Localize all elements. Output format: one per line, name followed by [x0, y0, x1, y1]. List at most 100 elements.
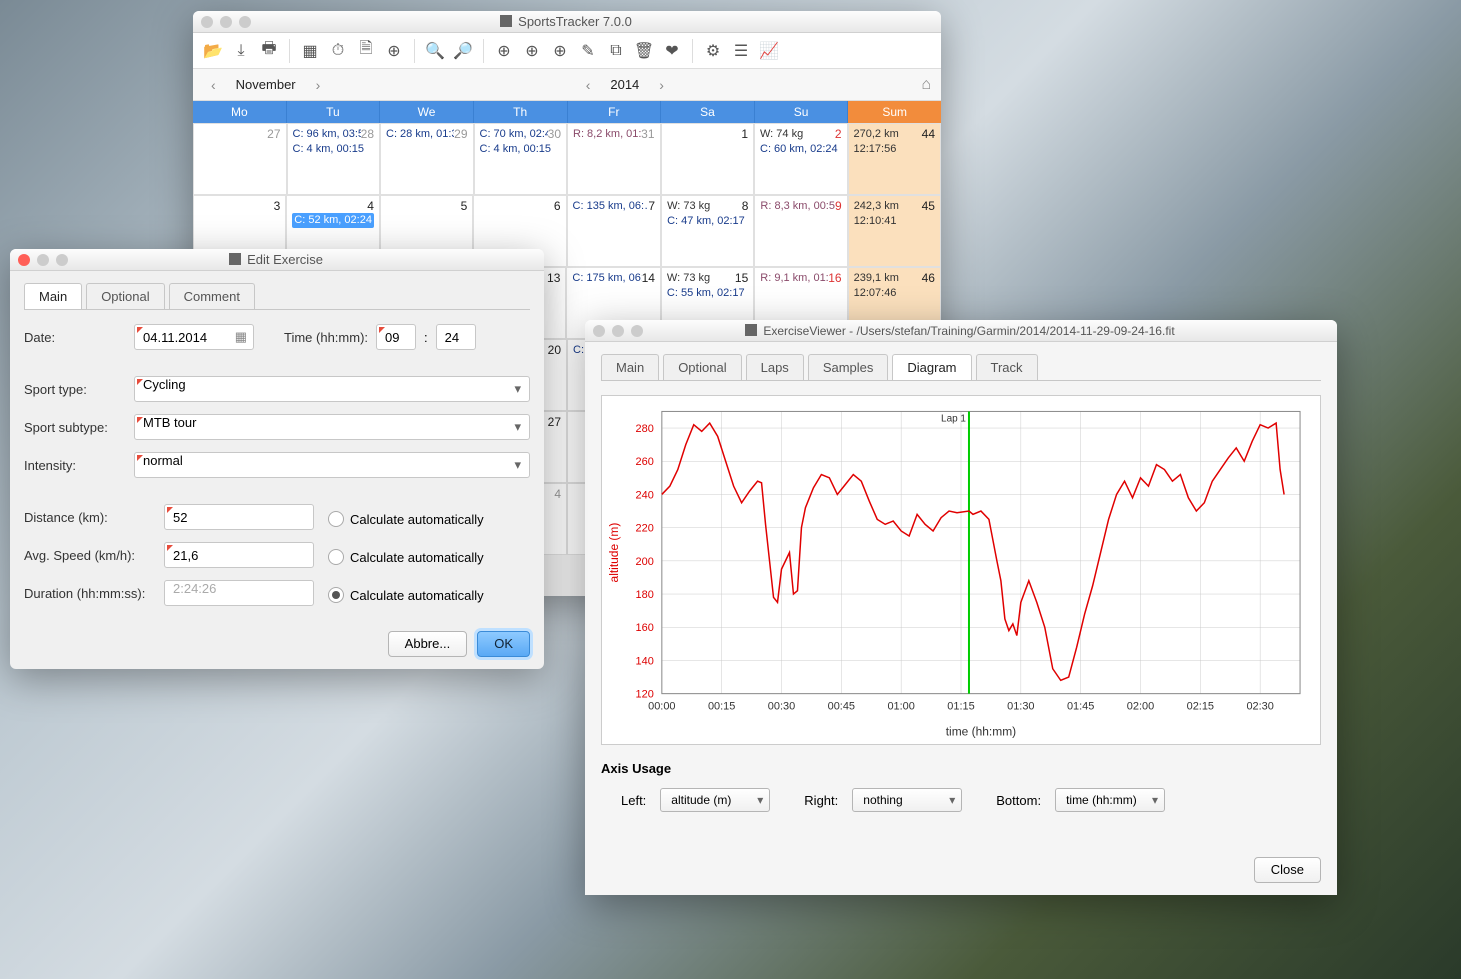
- viewer-window: ExerciseViewer - /Users/stefan/Training/…: [585, 320, 1337, 895]
- print-icon[interactable]: 🖶: [257, 39, 281, 63]
- time-mm-field[interactable]: [436, 324, 476, 350]
- calendar-entry[interactable]: C: 175 km, 06:…: [572, 271, 641, 286]
- edit-icon[interactable]: ✎: [576, 39, 600, 63]
- calendar-cell[interactable]: 9R: 8,3 km, 00:59: [754, 195, 847, 267]
- stats-icon[interactable]: 📈: [757, 39, 781, 63]
- today-icon[interactable]: ⌂: [921, 76, 931, 94]
- calendar-entry[interactable]: W: 73 kg: [667, 199, 742, 214]
- calendar-entry[interactable]: C: 4 km, 00:15: [480, 142, 562, 157]
- calendar-view-icon[interactable]: ▦: [298, 39, 322, 63]
- calendar-cell[interactable]: 27: [193, 123, 287, 195]
- calendar-cell[interactable]: 8W: 73 kgC: 47 km, 02:17: [661, 195, 754, 267]
- ok-button[interactable]: OK: [477, 631, 530, 657]
- copy-icon[interactable]: ⧉: [604, 39, 628, 63]
- calendar-entry[interactable]: W: 73 kg: [667, 271, 735, 286]
- calendar-entry[interactable]: C: 55 km, 02:17: [667, 286, 748, 301]
- svg-text:00:00: 00:00: [648, 701, 675, 713]
- prev-month-icon[interactable]: ‹: [203, 77, 224, 93]
- calendar-entry[interactable]: R: 8,3 km, 00:59: [760, 199, 835, 214]
- calendar-cell[interactable]: 31R: 8,2 km, 01:04: [567, 123, 661, 195]
- add-note-icon[interactable]: ⊕: [520, 39, 544, 63]
- filter-icon[interactable]: ☰: [729, 39, 753, 63]
- calendar-entry[interactable]: 270,2 km: [854, 127, 922, 142]
- calendar-cell[interactable]: 7C: 135 km, 06:…: [567, 195, 662, 267]
- calendar-entry[interactable]: C: 70 km, 02:47: [480, 127, 548, 142]
- speed-field[interactable]: [164, 542, 314, 568]
- svg-text:260: 260: [636, 456, 654, 468]
- calendar-entry[interactable]: C: 96 km, 03:56: [293, 127, 361, 142]
- dist-auto-radio[interactable]: [328, 511, 344, 527]
- tab-optional[interactable]: Optional: [86, 283, 164, 309]
- next-year-icon[interactable]: ›: [651, 77, 672, 93]
- calendar-entry[interactable]: C: 28 km, 01:36: [386, 127, 454, 142]
- save-icon[interactable]: ⤓: [229, 39, 253, 63]
- tab-optional[interactable]: Optional: [663, 354, 741, 380]
- right-axis-dropdown[interactable]: nothing: [852, 788, 962, 812]
- calendar-entry[interactable]: C: 52 km, 02:24: [292, 213, 374, 228]
- left-axis-dropdown[interactable]: altitude (m): [660, 788, 770, 812]
- edit-titlebar[interactable]: Edit Exercise: [10, 249, 544, 271]
- calendar-entry[interactable]: 12:07:46: [854, 286, 935, 301]
- calendar-entry[interactable]: 239,1 km: [854, 271, 922, 286]
- calendar-cell[interactable]: 30C: 70 km, 02:47C: 4 km, 00:15: [474, 123, 568, 195]
- calendar-entry[interactable]: W: 74 kg: [760, 127, 835, 142]
- add-weight-icon[interactable]: ⊕: [548, 39, 572, 63]
- add-exercise-icon[interactable]: ⊕: [492, 39, 516, 63]
- viewer-titlebar[interactable]: ExerciseViewer - /Users/stefan/Training/…: [585, 320, 1337, 342]
- calendar-entry[interactable]: R: 8,2 km, 01:04: [573, 127, 641, 142]
- calendar-cell[interactable]: 44270,2 km12:17:56: [848, 123, 942, 195]
- tab-main[interactable]: Main: [24, 283, 82, 309]
- prev-year-icon[interactable]: ‹: [578, 77, 599, 93]
- main-toolbar: 📂 ⤓ 🖶 ▦ ⏱ 🗎 ⊕ 🔍 🔎 ⊕ ⊕ ⊕ ✎ ⧉ 🗑 ❤ ⚙ ☰ 📈: [193, 33, 941, 69]
- bottom-axis-dropdown[interactable]: time (hh:mm): [1055, 788, 1165, 812]
- duration-label: Duration (hh:mm:ss):: [24, 586, 164, 601]
- tab-samples[interactable]: Samples: [808, 354, 889, 380]
- calendar-entry[interactable]: C: 60 km, 02:24: [760, 142, 842, 157]
- settings-icon[interactable]: ⚙: [701, 39, 725, 63]
- edit-title: Edit Exercise: [8, 252, 544, 267]
- calendar-entry[interactable]: R: 9,1 km, 01:00: [760, 271, 828, 286]
- calendar-entry[interactable]: C: 135 km, 06:…: [573, 199, 649, 214]
- calendar-cell[interactable]: 28C: 96 km, 03:56C: 4 km, 00:15: [287, 123, 381, 195]
- svg-text:140: 140: [636, 655, 654, 667]
- calendar-entry[interactable]: C: 4 km, 00:15: [293, 142, 375, 157]
- subtype-dropdown[interactable]: MTB tour: [134, 414, 530, 440]
- tab-diagram[interactable]: Diagram: [892, 354, 971, 380]
- intensity-dropdown[interactable]: normal: [134, 452, 530, 478]
- sport-dropdown[interactable]: Cycling: [134, 376, 530, 402]
- open-icon[interactable]: 📂: [201, 39, 225, 63]
- calendar-cell[interactable]: 2W: 74 kgC: 60 km, 02:24: [754, 123, 848, 195]
- dist-auto-label: Calculate automatically: [350, 512, 484, 527]
- abort-button[interactable]: Abbre...: [388, 631, 468, 657]
- zoom-out-icon[interactable]: 🔎: [451, 39, 475, 63]
- stopwatch-icon[interactable]: ⏱: [326, 39, 350, 63]
- close-button[interactable]: Close: [1254, 857, 1321, 883]
- calendar-entry[interactable]: 12:10:41: [854, 214, 935, 229]
- date-field[interactable]: ▦: [134, 324, 254, 350]
- tab-main[interactable]: Main: [601, 354, 659, 380]
- calendar-cell[interactable]: 45242,3 km12:10:41: [848, 195, 941, 267]
- time-hh-field[interactable]: [376, 324, 416, 350]
- calendar-icon[interactable]: ▦: [235, 329, 247, 345]
- next-month-icon[interactable]: ›: [308, 77, 329, 93]
- tab-laps[interactable]: Laps: [746, 354, 804, 380]
- weekday-header: We: [380, 101, 474, 123]
- delete-icon[interactable]: 🗑: [632, 39, 656, 63]
- speed-auto-radio[interactable]: [328, 549, 344, 565]
- tab-track[interactable]: Track: [976, 354, 1038, 380]
- svg-text:altitude (m): altitude (m): [607, 523, 621, 583]
- tab-comment[interactable]: Comment: [169, 283, 255, 309]
- svg-text:Lap 1: Lap 1: [941, 413, 966, 424]
- distance-field[interactable]: [164, 504, 314, 530]
- calendar-entry[interactable]: C: 47 km, 02:17: [667, 214, 748, 229]
- calendar-cell[interactable]: 1: [661, 123, 755, 195]
- zoom-in-icon[interactable]: 🔍: [423, 39, 447, 63]
- calendar-entry[interactable]: 12:17:56: [854, 142, 936, 157]
- weight-icon[interactable]: ⊕: [382, 39, 406, 63]
- hrm-icon[interactable]: ❤: [660, 39, 684, 63]
- duration-auto-radio[interactable]: [328, 587, 344, 603]
- note-icon[interactable]: 🗎: [354, 39, 378, 63]
- calendar-entry[interactable]: 242,3 km: [854, 199, 922, 214]
- calendar-cell[interactable]: 29C: 28 km, 01:36: [380, 123, 474, 195]
- main-titlebar[interactable]: SportsTracker 7.0.0: [193, 11, 941, 33]
